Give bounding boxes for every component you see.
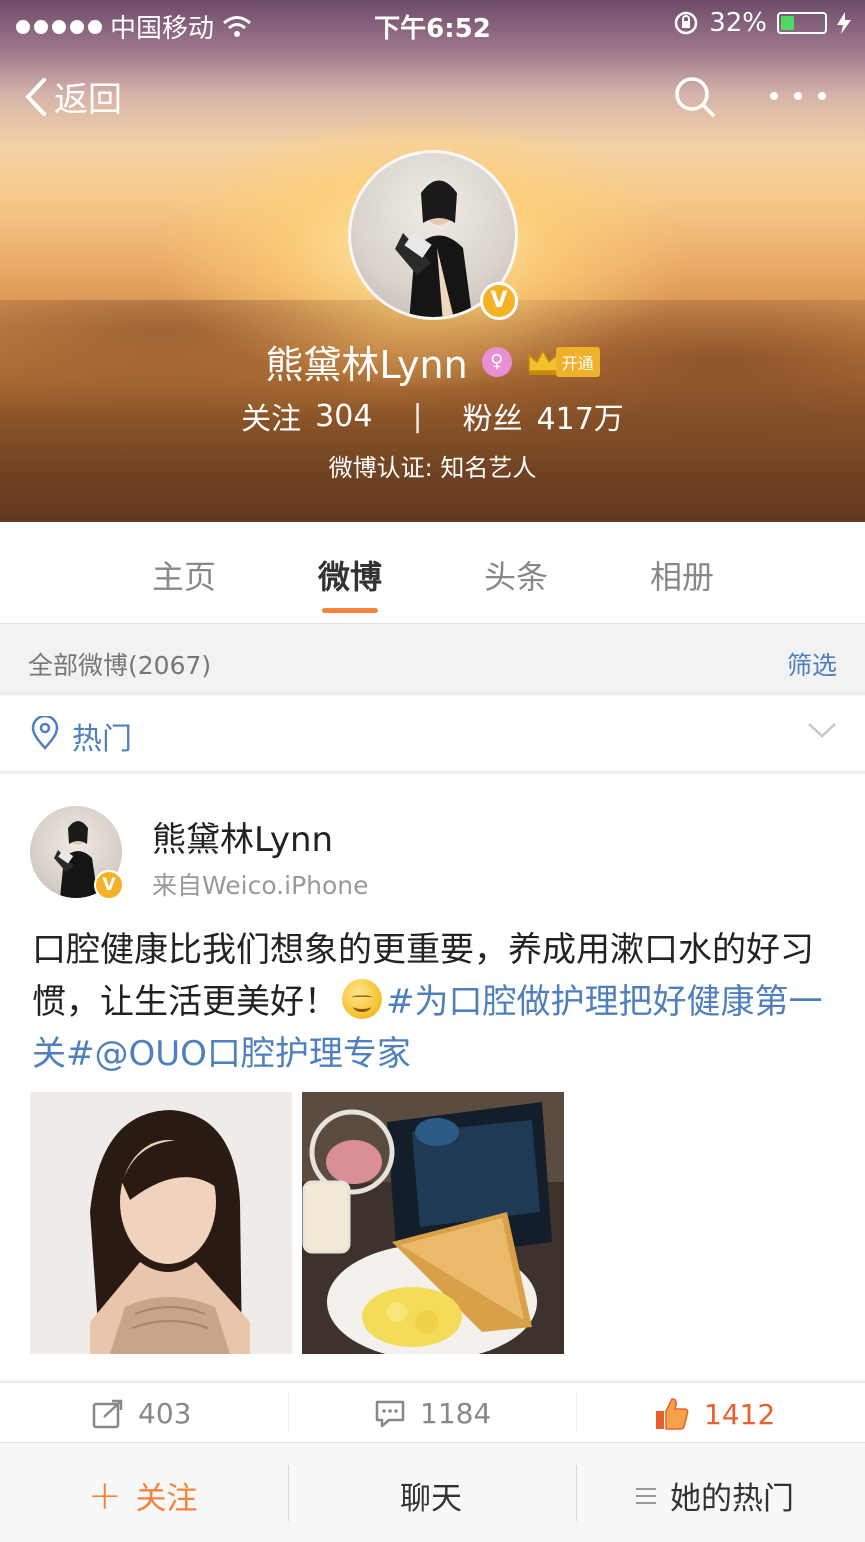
bottom-toolbar: + 关注 聊天 她的热门 — [0, 1442, 865, 1542]
repost-button[interactable]: 403 — [92, 1397, 191, 1430]
verification-text: 微博认证: 知名艺人 — [328, 454, 537, 482]
back-label: 返回 — [54, 80, 122, 120]
tab-weibo[interactable]: 微博 — [290, 552, 410, 598]
following-label[interactable]: 关注 — [241, 394, 301, 438]
her-hot-button[interactable]: 她的热门 — [636, 1473, 794, 1518]
followers-label[interactable]: 粉丝 — [463, 394, 523, 438]
nav-bar: 返回 — [0, 62, 865, 132]
stats-divider: | — [412, 398, 423, 434]
profile-name-row: 熊黛林Lynn ♀ 开通 — [0, 334, 865, 389]
vip-badge[interactable]: 开通 — [526, 346, 600, 377]
chevron-down-icon[interactable] — [807, 720, 837, 740]
all-posts-count[interactable]: 全部微博(2067) — [28, 646, 211, 682]
charging-icon — [837, 12, 851, 34]
follow-label: 关注 — [135, 1481, 198, 1517]
followers-count[interactable]: 417万 — [537, 394, 624, 438]
repost-count: 403 — [138, 1397, 192, 1430]
stats-row: 关注 304 | 粉丝 417万 — [0, 394, 865, 438]
post-text: 口腔健康比我们想象的更重要，养成用漱口水的好习惯，让生活更美好！ #为口腔做护理把… — [32, 924, 832, 1080]
hot-label: 热门 — [72, 722, 132, 757]
breakfast-photo — [302, 1092, 564, 1354]
profile-cover: 中国移动 下午6:52 32% 返回 V 熊黛林Lynn ♀ 开通 关注 304… — [0, 0, 865, 522]
follow-button[interactable]: + 关注 — [88, 1473, 198, 1518]
menu-icon — [636, 1487, 656, 1504]
tab-album[interactable]: 相册 — [622, 552, 742, 598]
post-mention[interactable]: @OUO口腔护理专家 — [95, 1034, 411, 1074]
crown-icon — [527, 348, 558, 375]
tab-home[interactable]: 主页 — [124, 552, 244, 598]
post-photo-breakfast[interactable] — [302, 1092, 564, 1354]
female-gender-icon: ♀ — [481, 346, 512, 377]
post-photo-portrait[interactable] — [30, 1092, 292, 1354]
rotation-lock-icon — [674, 11, 698, 35]
repost-icon — [92, 1399, 123, 1428]
smile-emoji-icon — [342, 979, 382, 1019]
verified-badge-icon: V — [94, 870, 124, 900]
plus-icon: + — [88, 1472, 122, 1519]
more-options-icon[interactable] — [770, 78, 826, 114]
hot-posts-bar[interactable]: 热门 — [0, 696, 865, 772]
post-actions: 403 1184 1412 — [0, 1382, 865, 1444]
status-bar: 中国移动 下午6:52 32% — [0, 0, 865, 48]
hot-pin-icon — [31, 716, 59, 750]
profile-name: 熊黛林Lynn — [265, 343, 468, 387]
following-count[interactable]: 304 — [315, 399, 372, 434]
thumbs-up-icon — [656, 1398, 689, 1430]
weibo-post: V 熊黛林Lynn 来自Weico.iPhone 口腔健康比我们想象的更重要，养… — [0, 774, 865, 1380]
comment-button[interactable]: 1184 — [374, 1397, 491, 1430]
post-author-name[interactable]: 熊黛林Lynn — [152, 812, 333, 861]
verified-badge-icon: V — [480, 282, 518, 320]
tab-headlines[interactable]: 头条 — [456, 552, 576, 598]
filter-bar: 全部微博(2067) 筛选 — [0, 626, 865, 694]
like-count: 1412 — [704, 1397, 776, 1431]
her-hot-label: 她的热门 — [670, 1481, 794, 1517]
back-button[interactable]: 返回 — [24, 72, 122, 121]
comment-icon — [375, 1400, 405, 1427]
active-tab-indicator — [322, 608, 378, 613]
vip-label: 开通 — [555, 346, 600, 377]
profile-tabs: 主页 微博 头条 相册 — [0, 522, 865, 624]
comment-count: 1184 — [420, 1397, 492, 1430]
chat-button[interactable]: 聊天 — [400, 1473, 462, 1518]
chat-label: 聊天 — [400, 1481, 462, 1517]
post-source: 来自Weico.iPhone — [152, 871, 369, 900]
battery-percent: 32% — [709, 8, 767, 38]
battery-icon — [777, 12, 827, 34]
chevron-left-icon — [25, 77, 46, 116]
like-button[interactable]: 1412 — [654, 1397, 775, 1431]
search-icon[interactable] — [672, 74, 718, 120]
portrait-photo — [30, 1092, 292, 1354]
filter-button[interactable]: 筛选 — [787, 646, 837, 682]
